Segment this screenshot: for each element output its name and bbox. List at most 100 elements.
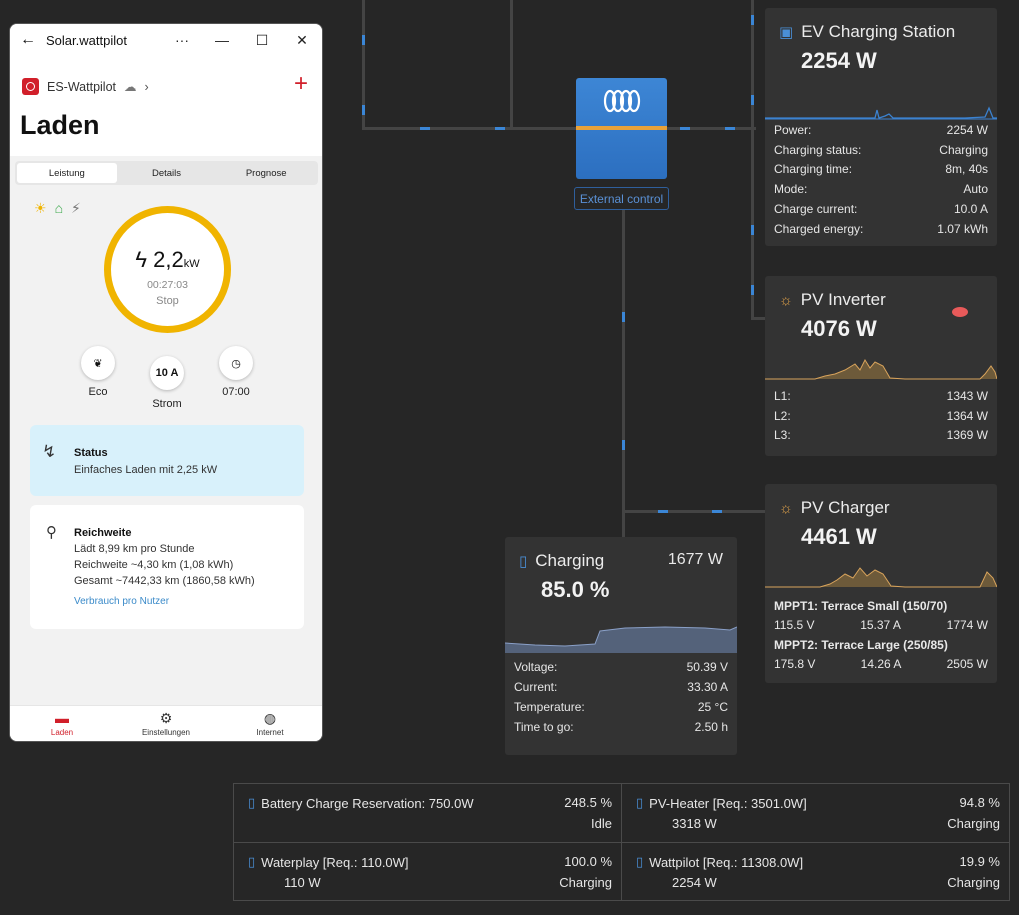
app-header: ES-Wattpilot ☁ › + Laden	[10, 56, 322, 156]
maximize-button[interactable]: ☐	[242, 32, 282, 49]
flow-dot	[751, 15, 754, 25]
tab-details[interactable]: Details	[117, 163, 217, 183]
device-selector[interactable]: ES-Wattpilot ☁ ›	[22, 78, 149, 95]
detail-row: Current: 33.30 A	[514, 678, 728, 698]
power-unit: kW	[183, 258, 200, 270]
flow-line	[751, 0, 754, 320]
location-pin-icon: ⚲	[46, 524, 57, 541]
card-header: ☼ PV Charger	[779, 498, 890, 518]
reservation-cell: ▯ Waterplay [Req.: 110.0W] 100.0 % 110 W Cha…	[234, 843, 622, 902]
usage-per-user-link[interactable]: Verbrauch pro Nutzer	[74, 596, 169, 607]
battery-soc: 85.0 %	[541, 577, 610, 602]
source-indicators: ☀ ⌂ ⚡	[34, 200, 81, 217]
reservation-cell: ▯ PV-Heater [Req.: 3501.0W] 94.8 % 3318 W Ch…	[622, 784, 1010, 843]
nav-einstellungen[interactable]: ⚙ Einstellungen	[114, 706, 218, 741]
detail-label: Temperature:	[514, 699, 585, 714]
reservation-status: Idle	[591, 816, 612, 831]
detail-row: L2: 1364 W	[774, 406, 988, 426]
add-device-button[interactable]: +	[294, 70, 308, 98]
detail-row: Power: 2254 W	[774, 120, 988, 140]
home-icon: ⌂	[54, 200, 64, 216]
detail-row: Charged energy: 1.07 kWh	[774, 219, 988, 239]
reservation-value: 3318 W	[672, 816, 717, 831]
pv-charger-power: 4461 W	[801, 524, 877, 549]
reservation-table: ▯ Battery Charge Reservation: 750.0W 248.5…	[233, 783, 1010, 901]
sun-icon: ☼	[779, 499, 793, 517]
bottom-navigation: ▬ Laden ⚙ Einstellungen ◍ Internet	[10, 705, 322, 741]
minimize-button[interactable]: —	[202, 32, 242, 48]
mppt-name: MPPT2: Terrace Large (250/85)	[774, 637, 948, 652]
pv-inverter-card[interactable]: ☼ PV Inverter 4076 W L1: 1343 W L2: 1364 WL…	[765, 276, 997, 456]
chevron-right-icon: ›	[144, 79, 149, 94]
schedule-button[interactable]: ◷	[219, 346, 253, 380]
detail-label: Time to go:	[514, 719, 574, 734]
pv-charger-card[interactable]: ☼ PV Charger 4461 W MPPT1: Terrace Small…	[765, 484, 997, 683]
detail-value: 1.07 kWh	[937, 221, 988, 236]
schedule-label: 07:00	[222, 386, 250, 398]
range-panel: ⚲ Reichweite Lädt 8,99 km pro Stunde Rei…	[30, 505, 304, 629]
pv-inverter-power: 4076 W	[801, 316, 877, 341]
card-title: Charging	[535, 551, 605, 570]
wattpilot-app-window[interactable]: ← Solar.wattpilot ··· — ☐ ✕ ES-Wattpilot…	[10, 24, 322, 741]
mppt-a: 14.26 A	[860, 657, 902, 672]
stop-button[interactable]: Stop	[111, 295, 224, 307]
flow-dot	[725, 127, 735, 130]
reservation-percent: 248.5 %	[564, 795, 612, 810]
eco-mode-button[interactable]: ❦	[81, 346, 115, 380]
pv-inverter-phases: L1: 1343 W L2: 1364 W L3: 1369 W	[774, 386, 988, 445]
flow-line	[622, 210, 625, 538]
detail-value: 1364 W	[946, 408, 988, 423]
fronius-logo-icon	[952, 307, 968, 317]
reservation-status: Charging	[947, 875, 1000, 890]
range-line: Reichweite ~4,30 km (1,08 kWh)	[74, 559, 234, 571]
external-control-button[interactable]: External control	[574, 187, 669, 210]
mppt-v: 115.5 V	[774, 618, 815, 633]
mppt-v: 175.8 V	[774, 657, 816, 672]
power-value: 2,2	[153, 247, 184, 272]
detail-label: L1:	[774, 388, 791, 403]
victron-inverter-box[interactable]	[576, 78, 667, 179]
current-button[interactable]: 10 A	[150, 356, 184, 390]
battery-card[interactable]: ▯ Charging 1677 W 85.0 % Voltage: 50.39 V…	[505, 537, 737, 755]
mppt-w: 1774 W	[946, 618, 988, 633]
battery-icon: ▯	[248, 795, 256, 810]
close-button[interactable]: ✕	[282, 32, 322, 49]
mppt-values: 175.8 V 14.26 A 2505 W	[774, 655, 988, 675]
reservation-name: Battery Charge Reservation: 750.0W	[261, 795, 474, 811]
detail-row: Time to go: 2.50 h	[514, 717, 728, 737]
device-name: ES-Wattpilot	[47, 79, 117, 94]
reservation-cell: ▯ Wattpilot [Req.: 11308.0W] 19.9 % 2254 W C…	[622, 843, 1010, 902]
reservation-percent: 100.0 %	[564, 854, 612, 869]
ev-power-value: 2254 W	[801, 48, 877, 73]
victron-logo-icon	[603, 89, 641, 113]
nav-label: Einstellungen	[141, 727, 191, 737]
nav-laden[interactable]: ▬ Laden	[10, 706, 114, 741]
mppt-w: 2505 W	[946, 657, 988, 672]
pv-charger-sparkline	[765, 567, 997, 588]
detail-row: Charging status: Charging	[774, 140, 988, 160]
detail-value: 1343 W	[946, 388, 988, 403]
ev-charging-station-card[interactable]: ▣ EV Charging Station 2254 W Power: 2254 …	[765, 8, 997, 246]
tab-prognose[interactable]: Prognose	[216, 163, 316, 183]
detail-row: Temperature: 25 °C	[514, 698, 728, 718]
mppt-name: MPPT1: Terrace Small (150/70)	[774, 598, 948, 613]
reservation-name: Wattpilot [Req.: 11308.0W]	[649, 854, 804, 870]
back-arrow-icon[interactable]: ←	[10, 31, 46, 49]
tab-leistung[interactable]: Leistung	[17, 163, 117, 183]
nav-internet[interactable]: ◍ Internet	[218, 706, 322, 741]
status-panel: ↯ Status Einfaches Laden mit 2,25 kW	[30, 425, 304, 496]
flow-dot	[658, 510, 668, 513]
detail-row: Charge current: 10.0 A	[774, 199, 988, 219]
status-text: Einfaches Laden mit 2,25 kW	[74, 464, 218, 476]
detail-row: L1: 1343 W	[774, 386, 988, 406]
more-options-icon[interactable]: ···	[162, 32, 202, 48]
range-line: Gesamt ~7442,33 km (1860,58 kWh)	[74, 575, 255, 587]
detail-label: Charging time:	[774, 162, 853, 177]
detail-label: Charge current:	[774, 202, 858, 217]
detail-label: L2:	[774, 408, 791, 423]
window-title: Solar.wattpilot	[46, 32, 127, 48]
reservation-header: ▯ Battery Charge Reservation: 750.0W	[248, 795, 474, 811]
flow-dot	[712, 510, 722, 513]
reservation-header: ▯ Waterplay [Req.: 110.0W]	[248, 854, 409, 870]
eco-label: Eco	[88, 386, 108, 398]
